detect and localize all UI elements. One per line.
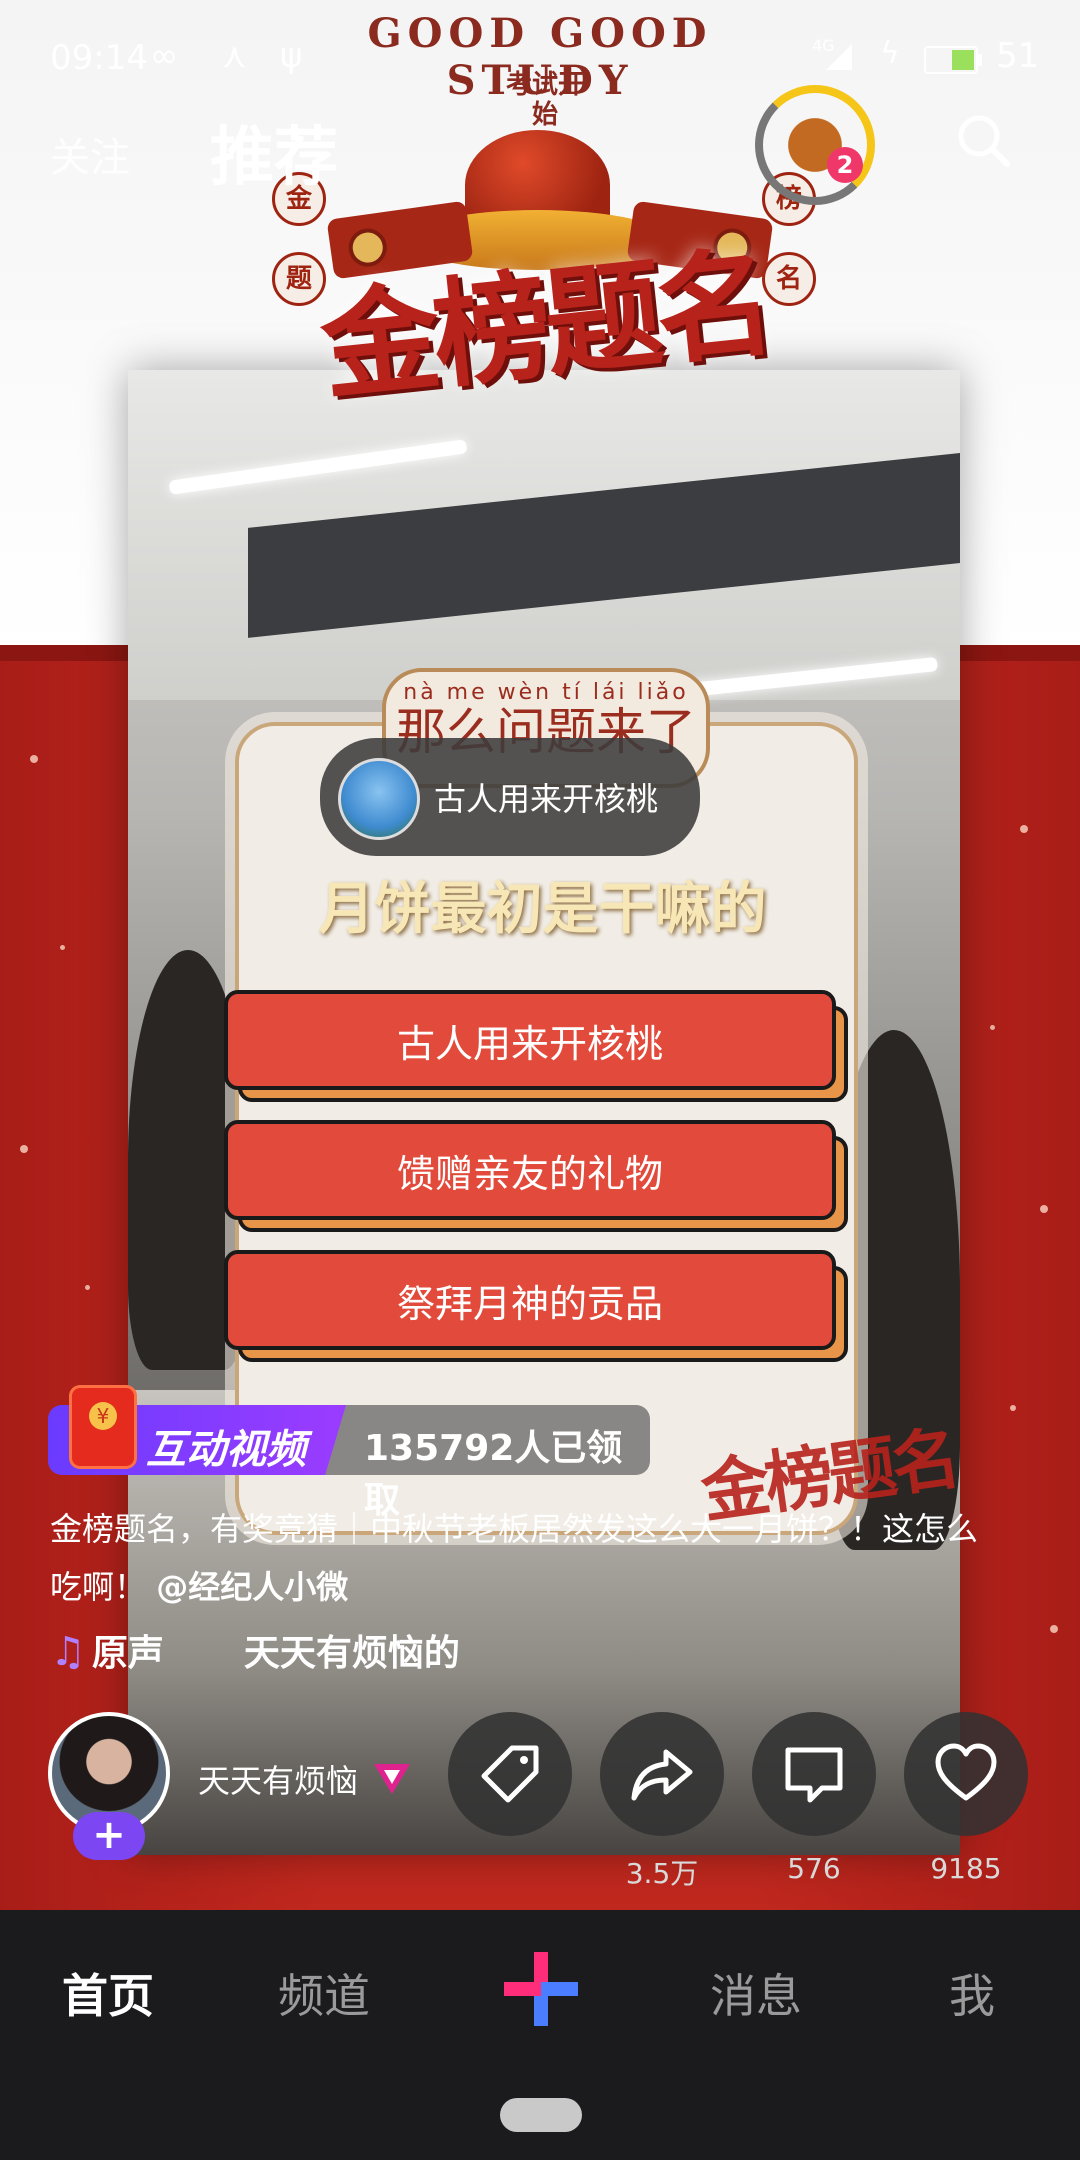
comment-icon (785, 1747, 843, 1803)
tag-icon (481, 1745, 539, 1803)
author-name[interactable]: 天天有烦恼 (198, 1756, 358, 1802)
caption-mention[interactable]: @经纪人小微 (156, 1568, 348, 1606)
battery-level: 51 (996, 36, 1040, 76)
tab-messages[interactable]: 消息 (676, 1960, 836, 2026)
quiz-option-label: 馈赠亲友的礼物 (224, 1120, 836, 1220)
verified-badge-icon (374, 1764, 410, 1794)
like-button[interactable] (904, 1712, 1028, 1836)
quiz-option-2[interactable]: 馈赠亲友的礼物 (224, 1120, 848, 1232)
like-count: 9185 (930, 1852, 1002, 1885)
selected-answer-pill: 古人用来开核桃 (320, 738, 700, 856)
interactive-video-label: 互动视频 (146, 1427, 306, 1473)
music-ticker[interactable]: ♫ 原声 天天有烦恼的 (50, 1624, 460, 1676)
music-note-icon: ♫ (50, 1629, 86, 1675)
tag-button[interactable] (448, 1712, 572, 1836)
quiz-question: 月饼最初是干嘛的 (318, 877, 767, 942)
music-song: 天天有烦恼的 (243, 1633, 460, 1674)
status-time: 09:14 (50, 38, 148, 78)
music-source: 原声 (91, 1633, 164, 1674)
tab-channel[interactable]: 频道 (244, 1960, 404, 2026)
red-envelope-icon[interactable] (72, 1388, 134, 1466)
chest-badge: 2 (827, 147, 863, 183)
comment-button[interactable] (752, 1712, 876, 1836)
interactive-video-bar[interactable]: 互动视频 135792人已领取 (48, 1405, 650, 1521)
signal-icon (826, 44, 852, 70)
charging-icon: ϟ (880, 36, 900, 71)
quiz-header-pinyin: nà me wèn tí lái liǎo (403, 680, 689, 705)
follow-button[interactable]: + (73, 1812, 145, 1860)
share-count: 3.5万 (625, 1857, 699, 1890)
user-avatar (338, 758, 420, 840)
share-arrow-icon (631, 1749, 693, 1801)
battery-icon (924, 46, 982, 74)
tab-me[interactable]: 我 (892, 1960, 1052, 2026)
comment-count: 576 (787, 1852, 841, 1885)
selected-answer-text: 古人用来开核桃 (434, 780, 659, 818)
quiz-option-3[interactable]: 祭拜月神的贡品 (224, 1250, 848, 1362)
usb-icon: ψ (280, 36, 303, 76)
quiz-option-1[interactable]: 古人用来开核桃 (224, 990, 848, 1102)
search-icon[interactable] (955, 112, 1011, 168)
treasure-chest-icon[interactable]: 2 (755, 85, 875, 205)
tab-recommend[interactable]: 推荐 (210, 106, 338, 198)
tab-follow[interactable]: 关注 (50, 125, 130, 183)
home-indicator[interactable] (500, 2098, 582, 2132)
link-icon: ∞ (150, 36, 179, 76)
heart-icon (935, 1743, 997, 1801)
share-network-icon: ⋏ (222, 36, 247, 76)
share-button[interactable] (600, 1712, 724, 1836)
status-bar: 09:14 ∞ ⋏ ψ 4G ϟ 51 (0, 0, 1080, 120)
create-plus-button[interactable] (504, 1952, 578, 2026)
tab-home[interactable]: 首页 (28, 1960, 188, 2026)
quiz-option-label: 古人用来开核桃 (224, 990, 836, 1090)
quiz-option-label: 祭拜月神的贡品 (224, 1250, 836, 1350)
video-caption: 金榜题名，有奖竞猜｜中秋节老板居然发这么大一月饼？！这怎么吃啊！ @经纪人小微 (50, 1500, 980, 1616)
